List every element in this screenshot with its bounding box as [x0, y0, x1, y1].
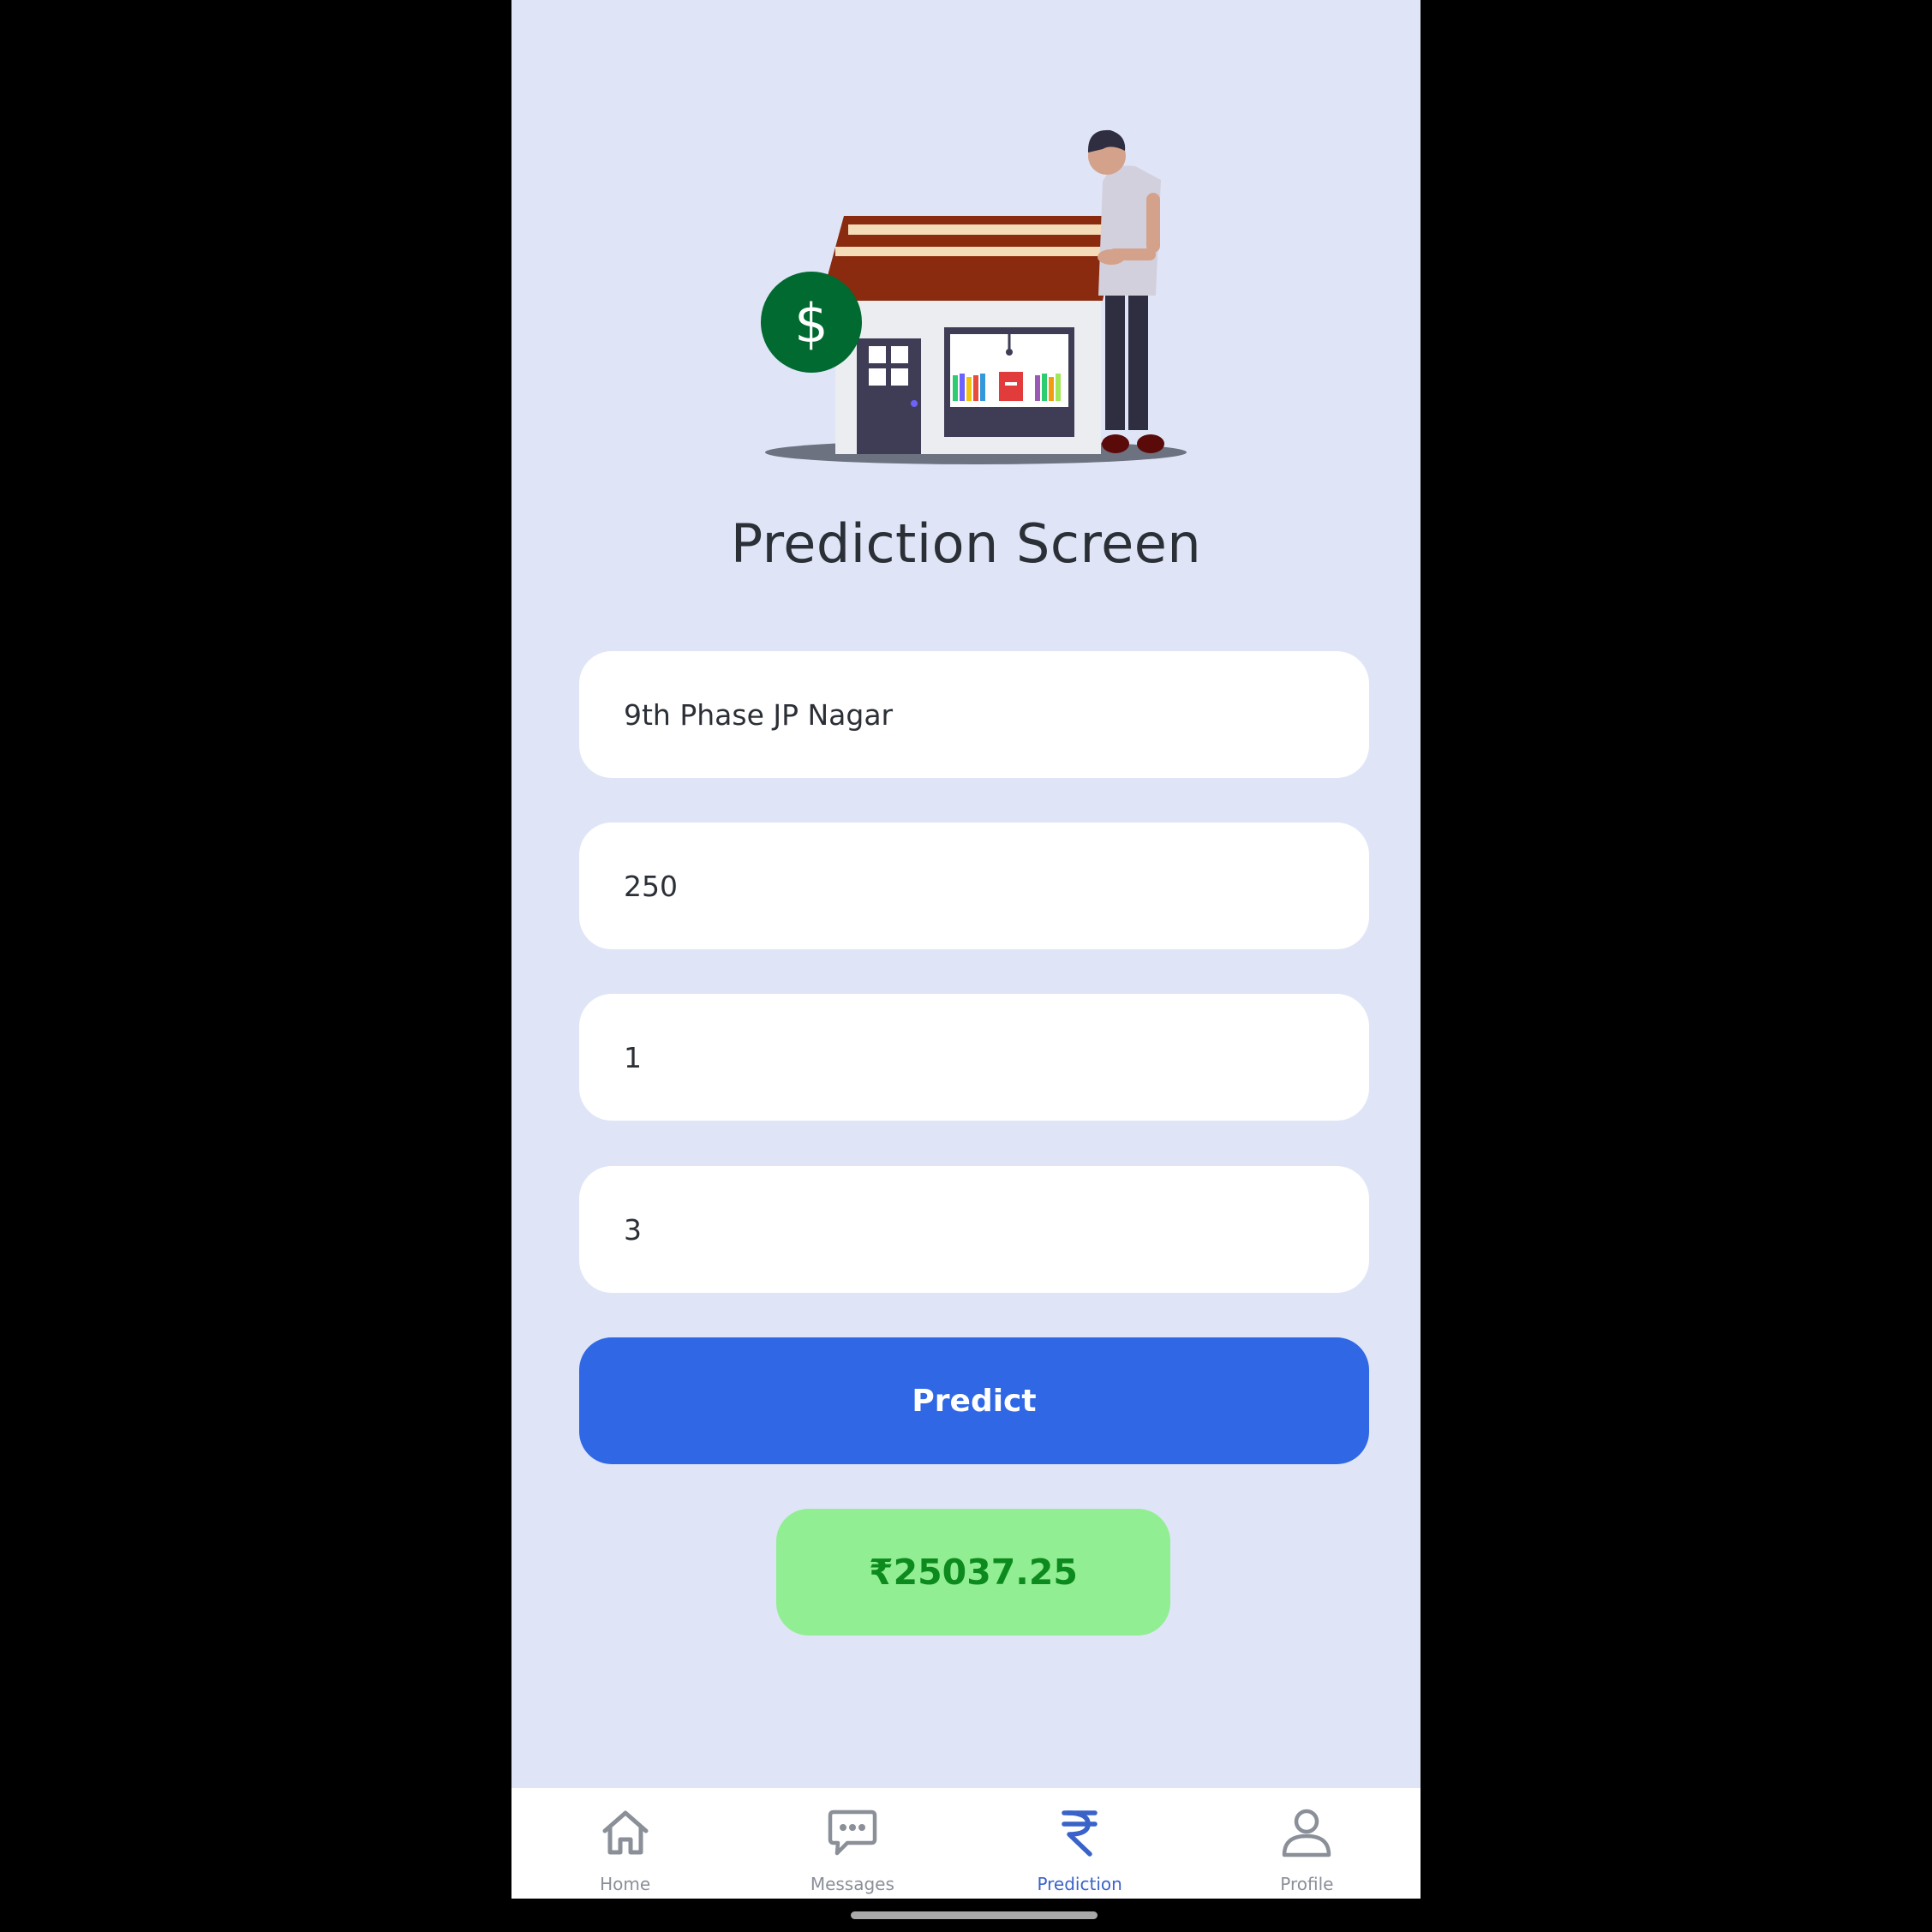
house-door: [857, 338, 921, 454]
svg-text:$: $: [794, 292, 828, 355]
bhk-input[interactable]: [624, 1212, 1325, 1247]
app-screen: $ Prediction Screen Predict ₹25037.25: [511, 0, 1421, 1899]
page-title: Prediction Screen: [730, 512, 1202, 575]
location-field[interactable]: [579, 651, 1369, 778]
nav-label-prediction: Prediction: [1037, 1874, 1122, 1894]
predict-button[interactable]: Predict: [579, 1337, 1369, 1464]
chat-icon: [825, 1805, 880, 1860]
nav-item-prediction[interactable]: Prediction: [966, 1788, 1193, 1899]
home-indicator-bar[interactable]: [851, 1911, 1098, 1919]
nav-item-messages[interactable]: Messages: [739, 1788, 966, 1899]
area-input[interactable]: [624, 869, 1325, 903]
bhk-field[interactable]: [579, 1166, 1369, 1293]
user-icon: [1279, 1805, 1334, 1860]
bath-field[interactable]: [579, 994, 1369, 1121]
bath-input[interactable]: [624, 1040, 1325, 1074]
home-icon: [598, 1805, 653, 1860]
nav-label-home: Home: [600, 1874, 651, 1894]
rupee-icon: [1052, 1805, 1107, 1860]
nav-label-messages: Messages: [810, 1874, 894, 1894]
house-illustration: $: [761, 129, 1187, 464]
nav-label-profile: Profile: [1280, 1874, 1334, 1894]
bottom-navigation: Home Messages Prediction Profile: [511, 1788, 1421, 1899]
predicted-price-badge: ₹25037.25: [776, 1509, 1170, 1636]
nav-item-profile[interactable]: Profile: [1193, 1788, 1421, 1899]
location-input[interactable]: [624, 697, 1325, 732]
area-field[interactable]: [579, 822, 1369, 949]
nav-item-home[interactable]: Home: [511, 1788, 739, 1899]
